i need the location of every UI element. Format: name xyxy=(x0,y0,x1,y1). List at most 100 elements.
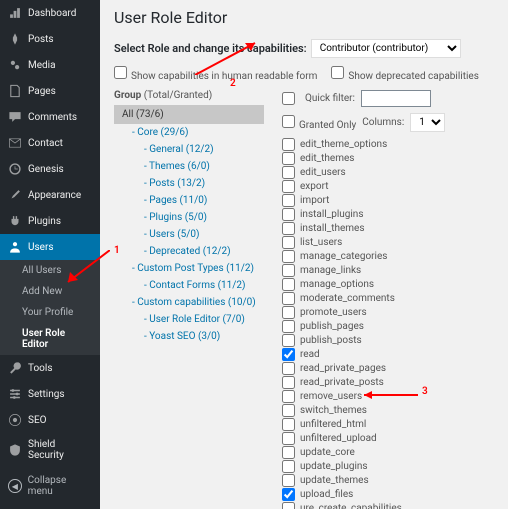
capability-moderate_comments[interactable]: moderate_comments xyxy=(282,292,494,305)
capability-read_private_posts[interactable]: read_private_posts xyxy=(282,376,494,389)
sidebar-item-tools[interactable]: Tools xyxy=(0,355,100,381)
capability-unfiltered_upload[interactable]: unfiltered_upload xyxy=(282,432,494,445)
show-human-label[interactable]: Show capabilities in human readable form xyxy=(114,66,317,82)
sidebar-sub-all-users[interactable]: All Users xyxy=(0,260,100,281)
capability-list_users[interactable]: list_users xyxy=(282,236,494,249)
capability-label: read_private_pages xyxy=(300,363,386,374)
capability-checkbox[interactable] xyxy=(282,194,295,207)
sidebar-item-dashboard[interactable]: Dashboard xyxy=(0,0,100,26)
show-deprecated-checkbox[interactable] xyxy=(331,66,344,79)
group-item[interactable]: - Pages (11/0) xyxy=(114,192,264,209)
capability-update_plugins[interactable]: update_plugins xyxy=(282,460,494,473)
capability-checkbox[interactable] xyxy=(282,236,295,249)
capability-manage_options[interactable]: manage_options xyxy=(282,278,494,291)
show-human-checkbox[interactable] xyxy=(114,66,127,79)
sidebar-item-pages[interactable]: Pages xyxy=(0,78,100,104)
capability-checkbox[interactable] xyxy=(282,264,295,277)
capability-checkbox[interactable] xyxy=(282,222,295,235)
capability-checkbox[interactable] xyxy=(282,180,295,193)
capability-checkbox[interactable] xyxy=(282,488,295,501)
capability-publish_pages[interactable]: publish_pages xyxy=(282,320,494,333)
capability-checkbox[interactable] xyxy=(282,306,295,319)
sliders-icon xyxy=(8,387,22,401)
sidebar-item-contact[interactable]: Contact xyxy=(0,130,100,156)
sidebar-item-shield-security[interactable]: Shield Security xyxy=(0,433,100,467)
group-item[interactable]: - Yoast SEO (3/0) xyxy=(114,328,264,345)
capability-checkbox[interactable] xyxy=(282,166,295,179)
capability-export[interactable]: export xyxy=(282,180,494,193)
capability-import[interactable]: import xyxy=(282,194,494,207)
quick-filter-input[interactable] xyxy=(361,90,431,107)
annotation-2: 2 xyxy=(230,78,236,89)
granted-only-label[interactable]: Granted Only xyxy=(282,115,356,131)
capability-update_core[interactable]: update_core xyxy=(282,446,494,459)
capability-promote_users[interactable]: promote_users xyxy=(282,306,494,319)
capability-checkbox[interactable] xyxy=(282,250,295,263)
sidebar-item-users[interactable]: Users xyxy=(0,234,100,260)
group-item[interactable]: - Users (5/0) xyxy=(114,226,264,243)
capability-manage_links[interactable]: manage_links xyxy=(282,264,494,277)
capability-update_themes[interactable]: update_themes xyxy=(282,474,494,487)
sidebar-item-media[interactable]: Media xyxy=(0,52,100,78)
group-item[interactable]: - Contact Forms (11/2) xyxy=(114,277,264,294)
group-item[interactable]: - Deprecated (12/2) xyxy=(114,243,264,260)
capability-upload_files[interactable]: upload_files xyxy=(282,488,494,501)
granted-only-checkbox[interactable] xyxy=(282,115,295,128)
group-item[interactable]: - Plugins (5/0) xyxy=(114,209,264,226)
capability-checkbox[interactable] xyxy=(282,320,295,333)
sidebar-item-plugins[interactable]: Plugins xyxy=(0,208,100,234)
group-item[interactable]: - Themes (6/0) xyxy=(114,158,264,175)
capability-edit_users[interactable]: edit_users xyxy=(282,166,494,179)
capability-manage_categories[interactable]: manage_categories xyxy=(282,250,494,263)
collapse-menu[interactable]: ◀Collapse menu xyxy=(0,467,100,505)
role-select[interactable]: Contributor (contributor) xyxy=(311,39,461,58)
capability-checkbox[interactable] xyxy=(282,348,295,361)
select-all-checkbox[interactable] xyxy=(282,92,295,105)
sidebar-sub-your-profile[interactable]: Your Profile xyxy=(0,302,100,323)
sidebar-item-posts[interactable]: Posts xyxy=(0,26,100,52)
sidebar-item-genesis[interactable]: Genesis xyxy=(0,156,100,182)
group-item[interactable]: All (73/6) xyxy=(114,105,264,124)
group-item[interactable]: - Posts (13/2) xyxy=(114,175,264,192)
sidebar-item-seo[interactable]: SEO xyxy=(0,407,100,433)
capability-edit_theme_options[interactable]: edit_theme_options xyxy=(282,138,494,151)
sidebar-sub-user-role-editor[interactable]: User Role Editor xyxy=(0,323,100,355)
capability-install_plugins[interactable]: install_plugins xyxy=(282,208,494,221)
capability-checkbox[interactable] xyxy=(282,460,295,473)
group-item[interactable]: - Custom Post Types (11/2) xyxy=(114,260,264,277)
sidebar-item-comments[interactable]: Comments xyxy=(0,104,100,130)
capability-checkbox[interactable] xyxy=(282,474,295,487)
capability-publish_posts[interactable]: publish_posts xyxy=(282,334,494,347)
capability-checkbox[interactable] xyxy=(282,138,295,151)
capability-remove_users[interactable]: remove_users xyxy=(282,390,494,403)
capability-checkbox[interactable] xyxy=(282,502,295,509)
capability-checkbox[interactable] xyxy=(282,208,295,221)
capability-checkbox[interactable] xyxy=(282,278,295,291)
capability-checkbox[interactable] xyxy=(282,390,295,403)
capability-checkbox[interactable] xyxy=(282,446,295,459)
sidebar-sub-add-new[interactable]: Add New xyxy=(0,281,100,302)
capability-read_private_pages[interactable]: read_private_pages xyxy=(282,362,494,375)
capability-switch_themes[interactable]: switch_themes xyxy=(282,404,494,417)
capability-checkbox[interactable] xyxy=(282,432,295,445)
capability-checkbox[interactable] xyxy=(282,362,295,375)
capability-checkbox[interactable] xyxy=(282,152,295,165)
capability-edit_themes[interactable]: edit_themes xyxy=(282,152,494,165)
group-item[interactable]: - User Role Editor (7/0) xyxy=(114,311,264,328)
capability-checkbox[interactable] xyxy=(282,404,295,417)
group-item[interactable]: - Custom capabilities (10/0) xyxy=(114,294,264,311)
group-item[interactable]: - Core (29/6) xyxy=(114,124,264,141)
capability-checkbox[interactable] xyxy=(282,334,295,347)
capability-install_themes[interactable]: install_themes xyxy=(282,222,494,235)
sidebar-item-settings[interactable]: Settings xyxy=(0,381,100,407)
capability-checkbox[interactable] xyxy=(282,418,295,431)
capability-ure_create_capabilities[interactable]: ure_create_capabilities xyxy=(282,502,494,509)
capability-checkbox[interactable] xyxy=(282,292,295,305)
group-item[interactable]: - General (12/2) xyxy=(114,141,264,158)
sidebar-item-appearance[interactable]: Appearance xyxy=(0,182,100,208)
capability-unfiltered_html[interactable]: unfiltered_html xyxy=(282,418,494,431)
capability-checkbox[interactable] xyxy=(282,376,295,389)
capability-read[interactable]: read xyxy=(282,348,494,361)
columns-select[interactable]: 1 xyxy=(410,113,445,132)
show-deprecated-label[interactable]: Show deprecated capabilities xyxy=(331,66,478,82)
